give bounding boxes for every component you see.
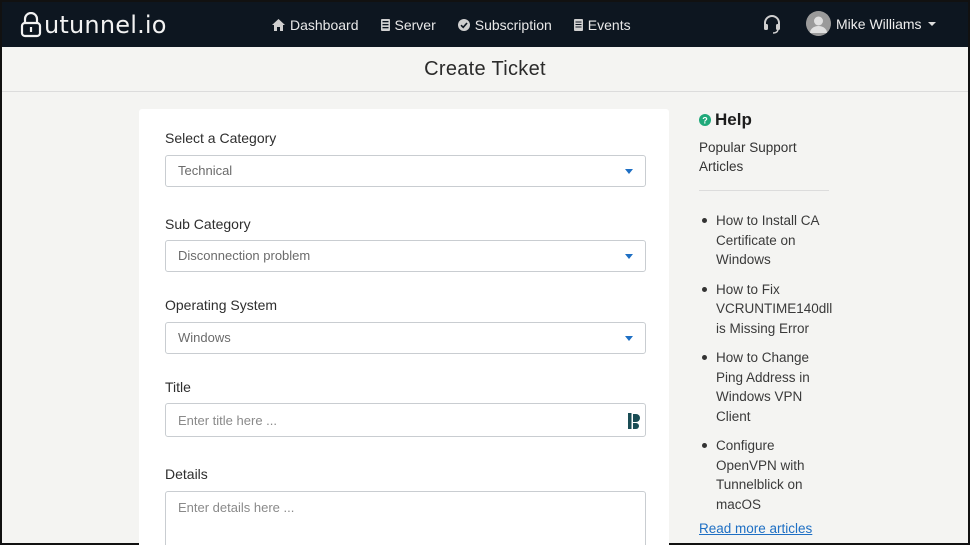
support-articles-list: How to Install CA Certificate on Windows… (699, 211, 834, 514)
nav-subscription[interactable]: Subscription (457, 16, 552, 33)
category-label: Select a Category (165, 130, 277, 146)
os-select[interactable]: Windows (165, 322, 646, 354)
category-value: Technical (178, 163, 233, 178)
nav-events[interactable]: Events (573, 16, 631, 33)
read-more-link[interactable]: Read more articles (699, 521, 812, 536)
support-headset-icon[interactable] (762, 14, 782, 34)
svg-text:?: ? (702, 115, 708, 125)
page-header: Create Ticket (2, 47, 968, 92)
avatar (806, 11, 831, 36)
help-heading: ? Help (699, 110, 834, 130)
help-title: Help (715, 110, 752, 129)
user-avatar-icon (806, 11, 831, 36)
list-item[interactable]: How to Fix VCRUNTIME140dll is Missing Er… (699, 280, 832, 339)
list-item[interactable]: How to Install CA Certificate on Windows (699, 211, 827, 270)
sub-category-select[interactable]: Disconnection problem (165, 240, 646, 272)
nav-server-label: Server (394, 16, 436, 33)
brand-logo[interactable]: utunnel.io (20, 10, 167, 40)
password-manager-icon[interactable] (628, 413, 640, 429)
details-label: Details (165, 466, 208, 482)
title-input[interactable] (165, 403, 646, 437)
question-circle-icon: ? (699, 114, 711, 126)
os-value: Windows (178, 330, 231, 345)
server-icon (380, 18, 390, 31)
list-item[interactable]: How to Change Ping Address in Windows VP… (699, 348, 827, 426)
home-icon (272, 18, 285, 31)
os-label: Operating System (165, 297, 278, 313)
chevron-down-icon (625, 254, 633, 259)
top-navbar: utunnel.io Dashboard Server Subscription (2, 2, 968, 47)
details-textarea[interactable] (165, 491, 646, 545)
sub-category-label: Sub Category (165, 216, 251, 232)
nav-server[interactable]: Server (380, 16, 436, 33)
divider (699, 190, 829, 191)
help-subtitle: Popular Support Articles (699, 140, 797, 174)
list-icon (573, 18, 583, 31)
nav-events-label: Events (587, 16, 631, 33)
user-menu[interactable]: Mike Williams (806, 11, 936, 36)
help-sidebar: ? Help Popular Support Articles How to I… (699, 109, 834, 524)
check-circle-icon (457, 18, 470, 31)
sub-category-value: Disconnection problem (178, 248, 311, 263)
nav-dashboard[interactable]: Dashboard (272, 17, 359, 33)
category-select[interactable]: Technical (165, 155, 646, 187)
title-label: Title (165, 379, 191, 395)
user-name: Mike Williams (836, 15, 922, 32)
list-item[interactable]: Configure OpenVPN with Tunnelblick on ma… (699, 436, 827, 514)
chevron-down-icon (927, 21, 936, 26)
main-nav: Dashboard Server Subscription Events (272, 2, 653, 47)
nav-subscription-label: Subscription (474, 16, 552, 33)
ticket-form-card: Select a Category Technical Sub Category… (139, 109, 669, 545)
brand-name: utunnel.io (44, 11, 167, 39)
page-title: Create Ticket (424, 58, 546, 80)
chevron-down-icon (625, 169, 633, 174)
lock-logo-icon (20, 12, 42, 38)
chevron-down-icon (625, 336, 633, 341)
nav-dashboard-label: Dashboard (290, 16, 359, 33)
